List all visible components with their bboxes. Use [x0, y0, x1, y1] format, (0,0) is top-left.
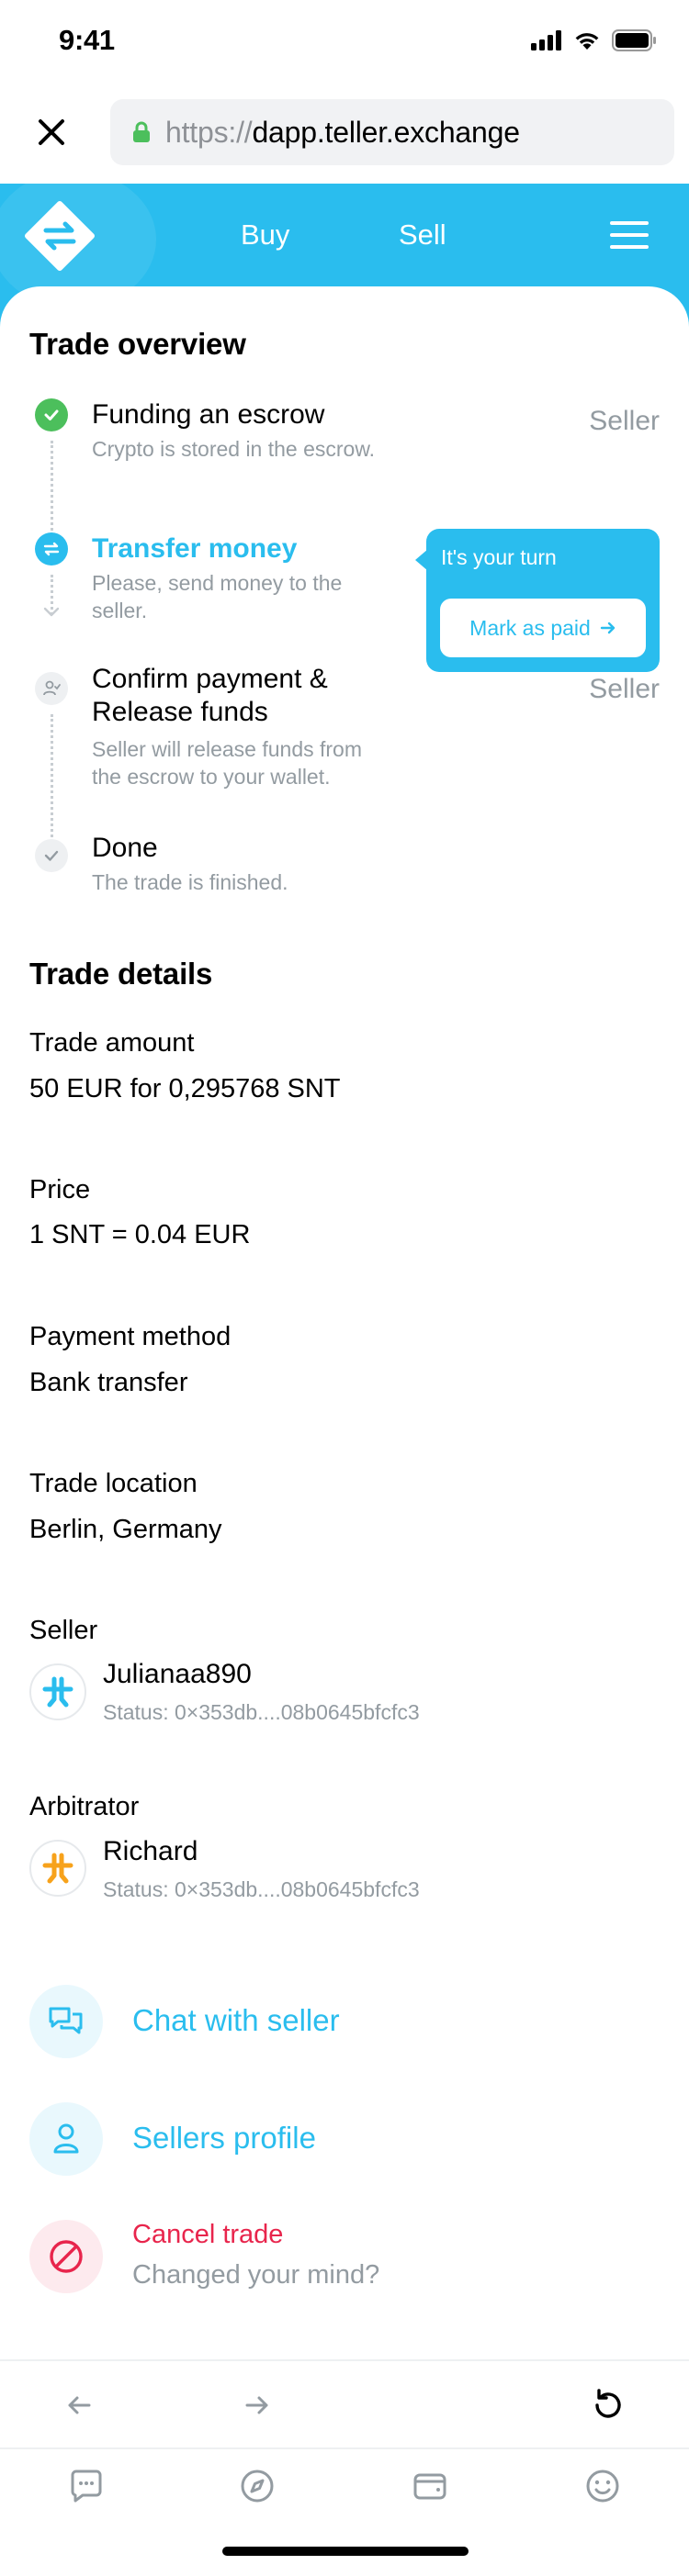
tooltip-text: It's your turn [441, 545, 557, 569]
hamburger-menu-icon [610, 221, 649, 249]
step-3-desc-line-2: the escrow to your wallet. [92, 765, 331, 789]
nav-sell[interactable]: Sell [399, 218, 446, 252]
trade-location-value: Berlin, Germany [29, 1515, 222, 1544]
compass-icon [241, 2470, 274, 2503]
menu-button[interactable] [608, 217, 650, 253]
status-bar: 9:41 [0, 0, 689, 81]
url-protocol: https:// [165, 115, 253, 149]
step-3-title-line-2: Release funds [92, 697, 268, 727]
browser-nav-bar [0, 2359, 689, 2447]
url-host: dapp.teller.exchange [252, 115, 520, 149]
cancel-trade-button[interactable] [29, 2220, 103, 2293]
tab-profile[interactable] [581, 2464, 625, 2508]
cancel-trade-subtitle: Changed your mind? [132, 2260, 380, 2290]
teller-logo[interactable] [24, 200, 96, 272]
arbitrator-status: Status: 0×353db....08b0645bfcfc3 [103, 1877, 420, 1901]
chat-with-seller-button[interactable] [29, 1985, 103, 2058]
trade-amount-value: 50 EUR for 0,295768 SNT [29, 1074, 341, 1103]
step-2-desc-line-1: Please, send money to the [92, 571, 343, 595]
step-3-role: Seller [589, 674, 660, 704]
arbitrator-avatar[interactable] [29, 1840, 86, 1897]
step-4-title: Done [92, 833, 158, 863]
close-icon [39, 119, 64, 145]
trade-details-title: Trade details [29, 957, 213, 991]
signal-icon [531, 30, 561, 50]
cancel-trade-label[interactable]: Cancel trade [132, 2220, 283, 2250]
payment-method-value: Bank transfer [29, 1368, 188, 1397]
step-2-title: Transfer money [92, 533, 298, 564]
transfer-icon [43, 542, 60, 556]
seller-avatar[interactable] [29, 1663, 86, 1720]
reload-button[interactable] [588, 2385, 628, 2425]
trade-overview-title: Trade overview [29, 327, 246, 361]
battery-icon [612, 29, 656, 51]
price-value: 1 SNT = 0.04 EUR [29, 1220, 251, 1249]
chat-with-seller-label[interactable]: Chat with seller [132, 2003, 340, 2038]
sellers-profile-label[interactable]: Sellers profile [132, 2121, 316, 2156]
teller-logo-icon [25, 201, 95, 271]
wallet-icon [413, 2473, 446, 2500]
step-1-desc: Crypto is stored in the escrow. [92, 437, 376, 461]
mark-as-paid-button[interactable]: Mark as paid [440, 599, 646, 657]
chat-icon [49, 2007, 83, 2034]
lock-icon [133, 121, 150, 142]
arrow-right-icon [245, 2396, 268, 2414]
step-pending-icon [35, 672, 68, 705]
check-icon [44, 409, 59, 420]
tooltip-arrow [415, 549, 428, 571]
tab-chat[interactable] [64, 2464, 108, 2508]
status-time: 9:41 [59, 24, 115, 56]
seller-name[interactable]: Julianaa890 [103, 1659, 252, 1690]
app-tab-bar [0, 2447, 689, 2576]
step-connector [51, 441, 53, 531]
check-icon [44, 850, 59, 861]
wifi-icon [575, 33, 599, 50]
avatar-glyph-icon [42, 1676, 73, 1708]
url-text: https://dapp.teller.exchange [165, 116, 520, 150]
seller-status: Status: 0×353db....08b0645bfcfc3 [103, 1700, 420, 1724]
price-label: Price [29, 1175, 91, 1204]
mark-as-paid-label: Mark as paid [469, 615, 591, 640]
step-completed-icon [35, 398, 68, 431]
nav-buy[interactable]: Buy [241, 218, 289, 252]
reload-icon [595, 2389, 621, 2418]
status-icons [531, 29, 658, 51]
tab-wallet[interactable] [408, 2464, 452, 2508]
step-connector [51, 714, 53, 837]
step-active-icon [35, 532, 68, 566]
chevron-down-icon [43, 607, 60, 617]
address-bar[interactable]: https://dapp.teller.exchange [110, 99, 674, 165]
your-turn-tooltip: It's your turn Mark as paid [415, 529, 660, 672]
back-button[interactable] [61, 2389, 97, 2422]
trade-location-label: Trade location [29, 1469, 198, 1498]
step-1-title: Funding an escrow [92, 399, 325, 430]
forward-button[interactable] [239, 2389, 276, 2422]
home-indicator [222, 2547, 469, 2556]
step-4-desc: The trade is finished. [92, 870, 288, 894]
user-check-icon [43, 680, 61, 696]
trade-amount-label: Trade amount [29, 1028, 195, 1058]
arrow-left-icon [68, 2396, 91, 2414]
step-pending-icon [35, 839, 68, 872]
prohibited-icon [50, 2240, 83, 2273]
arrow-right-icon [600, 622, 616, 634]
browser-bar: https://dapp.teller.exchange [0, 81, 689, 184]
step-1-role: Seller [589, 406, 660, 436]
arbitrator-name[interactable]: Richard [103, 1836, 198, 1867]
step-3-desc-line-1: Seller will release funds from [92, 737, 363, 761]
sellers-profile-button[interactable] [29, 2102, 103, 2176]
step-2-desc-line-2: seller. [92, 599, 148, 622]
seller-label: Seller [29, 1616, 98, 1645]
tab-browser[interactable] [235, 2464, 279, 2508]
smiley-icon [586, 2470, 619, 2503]
payment-method-label: Payment method [29, 1322, 232, 1351]
user-icon [53, 2123, 79, 2154]
step-3-title-line-1: Confirm payment & [92, 664, 328, 694]
close-button[interactable] [31, 112, 72, 152]
chat-bubble-icon [71, 2470, 102, 2503]
avatar-glyph-icon [42, 1853, 73, 1884]
arbitrator-label: Arbitrator [29, 1792, 140, 1821]
